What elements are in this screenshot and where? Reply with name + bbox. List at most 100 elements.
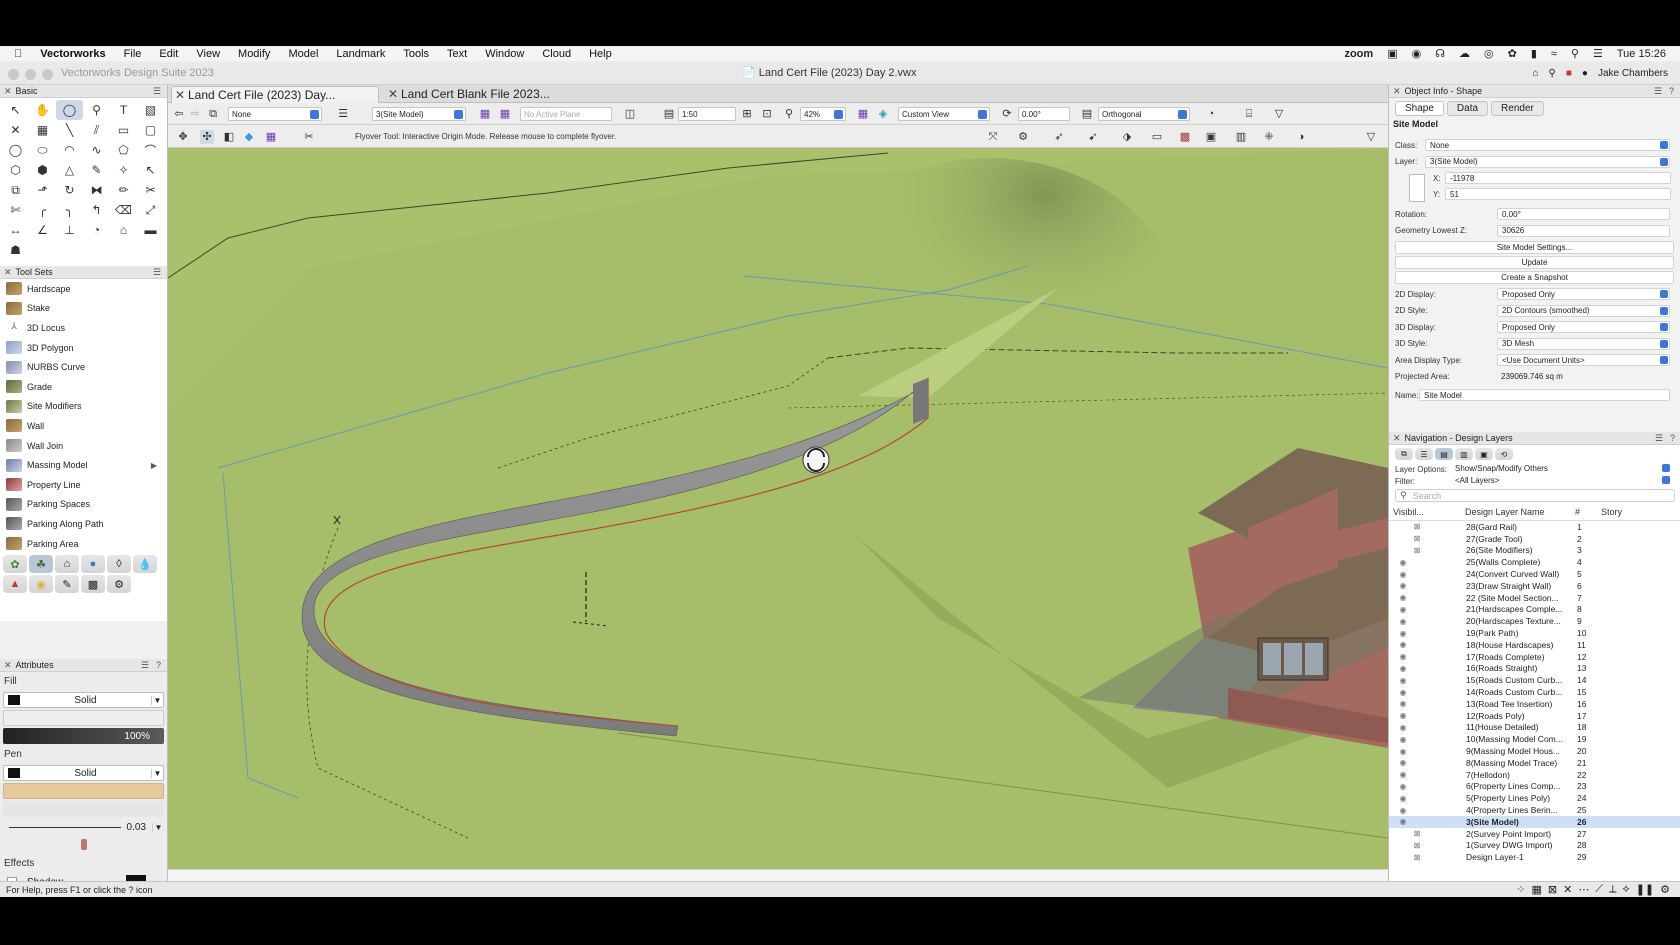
stair-tool-icon[interactable]: ⌂ [110,220,137,240]
layer-row[interactable]: ◉ 20(Hardscapes Texture... 9 [1389,615,1680,627]
snap-grid-icon[interactable]: ▩ [1178,130,1192,144]
flyover-mode-standard-icon[interactable]: ✥ [176,130,190,144]
pen-opacity[interactable] [3,801,164,817]
bird-icon[interactable]: ✿ [1508,47,1517,60]
class-select[interactable]: None [228,107,322,121]
snap-grid-icon[interactable]: ▦ [1532,883,1542,896]
camera-icon[interactable]: ⌸ [1242,107,1256,121]
tool-wall-join[interactable]: Wall Join [0,436,167,456]
rotation-field[interactable]: 0.00° [1497,208,1670,220]
snap-object-icon[interactable]: ⊠ [1548,883,1557,896]
snap-icon[interactable]: ⤧ [986,130,1000,144]
layer-row[interactable]: ◉ 14(Roads Custom Curb... 15 [1389,686,1680,698]
help-icon[interactable]: ? [1670,433,1675,443]
active-plane-select[interactable]: No Active Plane [520,107,612,121]
projection-icon[interactable]: ▤ [1080,107,1094,121]
eye-icon[interactable]: ◉ [1393,558,1413,567]
class-visibility-icon[interactable]: ▦ [498,107,512,121]
snap-distance-icon[interactable]: ⋯ [1578,883,1589,896]
menu-help[interactable]: Help [589,48,612,60]
menu-edit[interactable]: Edit [159,48,178,60]
fill-color-swatch[interactable] [8,695,20,705]
toolset-site-planning-icon[interactable]: ✿ [3,555,27,574]
layer-search-input[interactable]: ⚲ Search [1395,489,1675,502]
tool-site-modifiers[interactable]: Site Modifiers [0,397,167,417]
close-icon[interactable]: ✕ [1393,86,1401,97]
clip-tool-icon[interactable]: ↰ [83,200,110,220]
x-field[interactable]: -11978 [1445,172,1671,184]
layer-row[interactable]: ◉ 17(Roads Complete) 12 [1389,651,1680,663]
eye-icon[interactable]: ◉ [1393,794,1413,803]
nav-references-icon[interactable]: ⟲ [1495,448,1513,460]
apple-icon[interactable]:  [14,48,22,60]
view-select[interactable]: Custom View [898,107,990,121]
home-icon[interactable]: ⌂ [1533,68,1539,79]
2d-style-select[interactable]: 2D Contours (smoothed) [1497,304,1670,317]
snap-angle-icon[interactable]: ▥ [1234,130,1248,144]
snap-object-icon[interactable]: ▣ [1204,130,1218,144]
horizontal-scrollbar[interactable] [168,869,1388,881]
pointer-icon[interactable]: ➶ [1052,130,1066,144]
rectangle-tool-icon[interactable]: ▭ [110,120,137,140]
layer-row[interactable]: ◉ 16(Roads Straight) 13 [1389,663,1680,675]
tab-data[interactable]: Data [1446,101,1489,116]
layer-row[interactable]: ◉ 18(House Hardscapes) 11 [1389,639,1680,651]
render-icon[interactable]: ◫ [623,107,637,121]
dimension-tool-icon[interactable]: ↔ [2,220,29,240]
layer-row[interactable]: ◉ 6(Property Lines Comp... 23 [1389,781,1680,793]
layer-row[interactable]: ◉ 25(Walls Complete) 4 [1389,556,1680,568]
fill-style-select[interactable]: Solid ▼ [3,692,164,708]
view-cube-icon[interactable]: ◈ [876,107,890,121]
gear-icon[interactable]: ⚙ [1660,883,1670,896]
pan-tool-icon[interactable]: ✋ [29,100,56,120]
model-icon[interactable]: ▦ [264,130,278,144]
eye-icon[interactable]: ◉ [1393,817,1413,826]
layer-row[interactable]: ◉ 23(Draw Straight Wall) 6 [1389,580,1680,592]
eye-icon[interactable]: ◉ [1393,806,1413,815]
close-window-button[interactable] [8,69,19,80]
zoom-tool-icon[interactable]: ⚲ [83,100,110,120]
tab-land-cert-file[interactable]: ✕ Land Cert File (2023) Day... [171,86,379,103]
col-name[interactable]: Design Layer Name [1465,507,1545,517]
layer-select[interactable]: 3(Site Model) [372,107,466,121]
selection-tool-icon[interactable]: ↖ [2,100,29,120]
triangle-tool-icon[interactable]: △ [56,160,83,180]
geometry-z-field[interactable]: 30626 [1497,224,1670,237]
layer-row[interactable]: ◉ 24(Convert Curved Wall) 5 [1389,568,1680,580]
vpn-icon[interactable]: ◎ [1484,47,1494,60]
mirror-tool-icon[interactable]: ⧓ [83,180,110,200]
layer-row[interactable]: ⊠ 1(Survey DWG Import) 28 [1389,840,1680,852]
back-arrow-icon[interactable]: ⇦ [172,107,186,121]
layer-row[interactable]: ⊠ 2(Survey Point Import) 27 [1389,828,1680,840]
toolset-visualization-icon[interactable]: ● [81,555,105,574]
layer-select[interactable]: 3(Site Model) [1425,155,1670,168]
tool-parking-area[interactable]: Parking Area [0,534,167,554]
2d-display-select[interactable]: Proposed Only [1497,288,1670,300]
cursor-cue-icon[interactable]: ➹ [1086,130,1100,144]
battery-icon[interactable]: ▮ [1531,47,1537,60]
x-tool-icon[interactable]: ✕ [2,120,29,140]
zoom-field[interactable]: 42% [800,107,846,121]
snap-points-icon[interactable]: ⁜ [1262,130,1276,144]
layer-row[interactable]: ◉ 11(House Detailed) 18 [1389,722,1680,734]
tool-stake[interactable]: Stake [0,299,167,319]
magic-wand-icon[interactable]: ✧ [110,160,137,180]
rotate-view-icon[interactable]: ⟳ [1000,107,1014,121]
clock[interactable]: Tue 15:26 [1617,48,1666,60]
projection-select[interactable]: Orthogonal [1098,107,1190,121]
area-display-select[interactable]: <Use Document Units> [1497,354,1670,366]
user-icon[interactable]: ● [1582,68,1588,79]
toolset-site-design-icon[interactable]: ☘ [29,555,53,574]
line-type-slider[interactable] [3,837,164,853]
close-icon[interactable]: ✕ [1393,433,1401,444]
oval-tool-icon[interactable]: ⬭ [29,140,56,160]
eye-icon[interactable]: ◉ [1393,570,1413,579]
layer-row[interactable]: ◉ 10(Massing Model Com... 19 [1389,733,1680,745]
hidden-icon[interactable]: ⊠ [1407,853,1427,862]
site-model-settings-button[interactable]: Site Model Settings... [1395,241,1674,254]
attribute-mapping-icon[interactable]: ▦ [29,120,56,140]
flyover-tool-icon[interactable]: ◯ [56,100,83,120]
search-icon[interactable]: ⚲ [1549,68,1556,79]
headphones-icon[interactable]: ☊ [1435,47,1445,60]
layer-row[interactable]: ◉ 13(Road Tee Insertion) 16 [1389,698,1680,710]
